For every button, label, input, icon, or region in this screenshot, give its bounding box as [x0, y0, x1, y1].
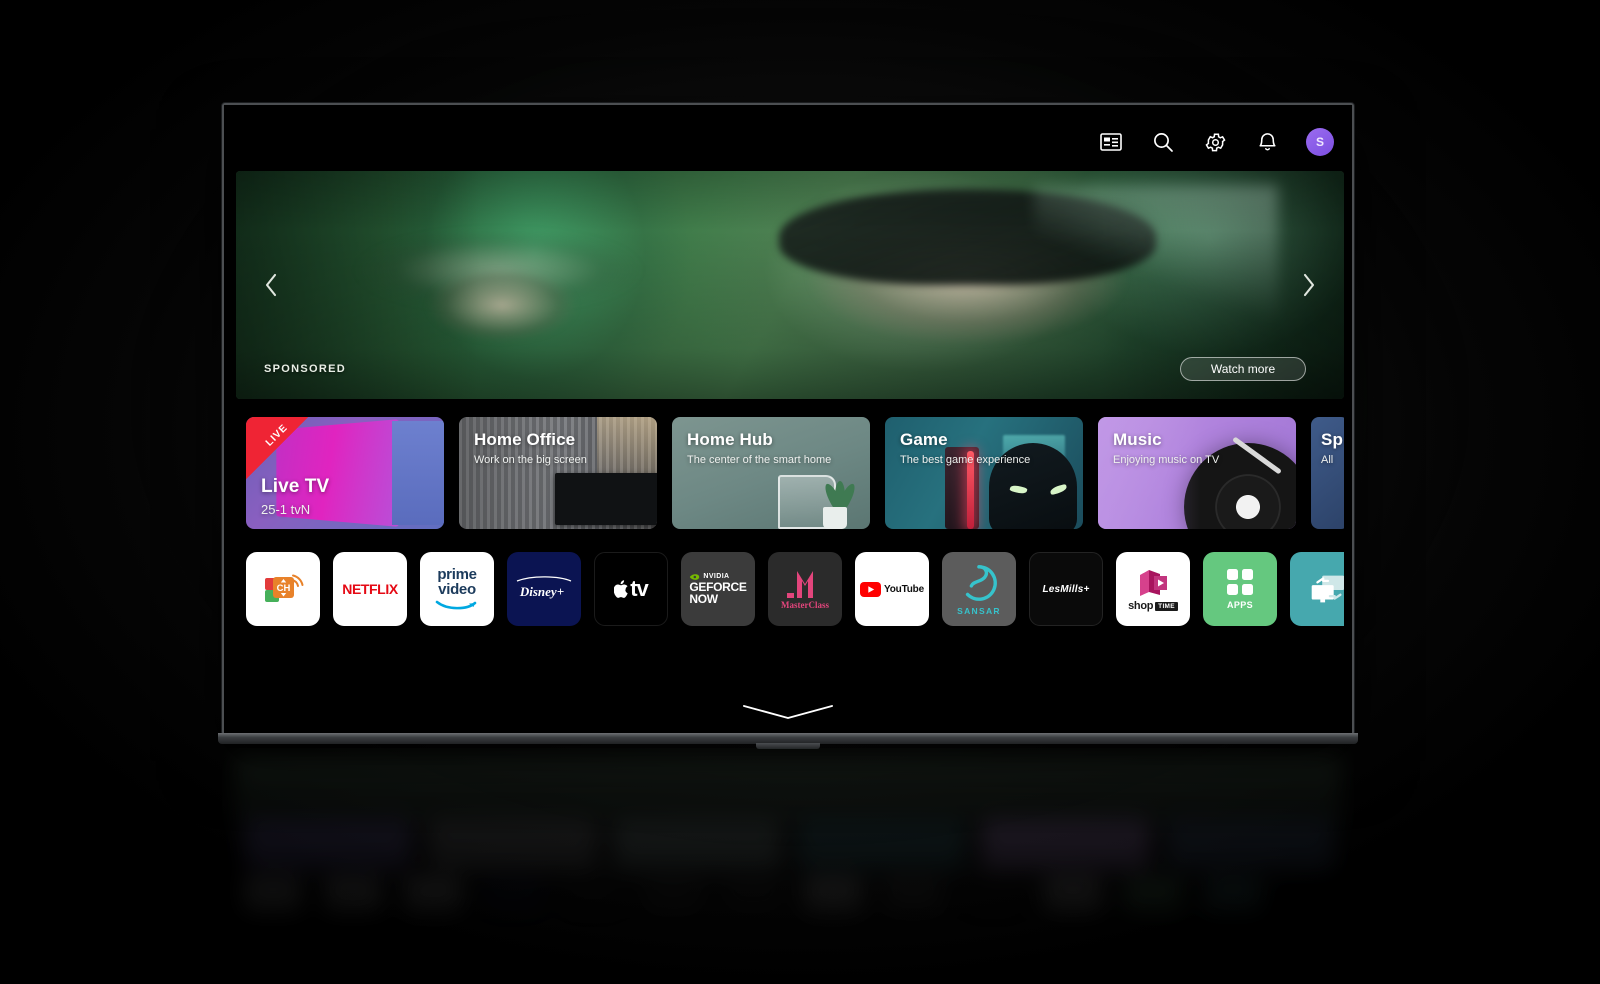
hero-next-arrow[interactable]: [1292, 268, 1326, 302]
app-prime-video[interactable]: prime video: [420, 552, 494, 626]
shoptime-label-group: shop TIME: [1128, 600, 1178, 612]
app-apps[interactable]: APPS: [1203, 552, 1277, 626]
app-sansar[interactable]: SANSAR: [942, 552, 1016, 626]
svg-text:CH: CH: [277, 583, 291, 594]
floor-reflection: [222, 748, 1354, 984]
sansar-ring-icon: [965, 564, 997, 601]
card-sports[interactable]: Sp All: [1311, 417, 1344, 529]
card-live-tv[interactable]: LIVE Live TV 25-1 tvN: [246, 417, 444, 529]
disney-plus-icon: Disney+: [516, 576, 572, 599]
bell-icon[interactable]: [1254, 129, 1280, 155]
live-badge-label: LIVE: [263, 422, 291, 449]
card-title: Home Office: [474, 430, 576, 449]
card-subtitle: The best game experience: [900, 454, 1031, 466]
apple-logo-icon: [614, 579, 628, 598]
youtube-label: YouTube: [884, 583, 924, 595]
geforce-line-2: NOW: [689, 592, 718, 606]
top-bar: S: [1098, 119, 1334, 165]
card-title: Home Hub: [687, 430, 773, 449]
hero-prev-arrow[interactable]: [254, 268, 288, 302]
card-title: Game: [900, 430, 948, 449]
app-masterclass[interactable]: MasterClass: [768, 552, 842, 626]
masterclass-label: MasterClass: [781, 600, 829, 610]
prime-label-bottom: video: [438, 580, 476, 598]
prime-label-top: prime: [437, 565, 477, 583]
card-title: Live TV: [261, 476, 330, 497]
card-title: Music: [1113, 430, 1162, 449]
lesmills-label: LesMills+: [1042, 583, 1090, 595]
netflix-wordmark: NETFLIX: [342, 581, 398, 597]
card-home-hub[interactable]: Home Hub The center of the smart home: [672, 417, 870, 529]
shopping-bag-icon: [1140, 570, 1167, 596]
tv-set: S SPONSORED Watch more LIVE Live TV 25-1…: [222, 103, 1354, 735]
screen-share-icon: [1311, 575, 1344, 603]
card-home-office[interactable]: Home Office Work on the big screen: [459, 417, 657, 529]
hero-image: [236, 171, 1344, 399]
apps-grid-icon: [1227, 568, 1253, 595]
app-apple-tv[interactable]: tv: [594, 552, 668, 626]
app-geforce-now[interactable]: NVIDIA GEFORCE NOW: [681, 552, 755, 626]
app-shoptime[interactable]: shop TIME: [1116, 552, 1190, 626]
chevron-down-icon[interactable]: [740, 702, 836, 727]
app-row: CH NETFLIX prime video Disney+ tv NVIDIA…: [246, 552, 1344, 626]
card-game[interactable]: Game The best game experience: [885, 417, 1083, 529]
card-subtitle: Work on the big screen: [474, 454, 587, 466]
shoptime-label: shop: [1128, 600, 1154, 612]
card-subtitle: 25-1 tvN: [261, 502, 311, 517]
category-card-row: LIVE Live TV 25-1 tvN Home Office Work o…: [246, 417, 1344, 529]
card-subtitle: The center of the smart home: [687, 454, 832, 466]
svg-text:Disney+: Disney+: [519, 584, 564, 599]
appletv-label: tv: [630, 576, 649, 601]
card-subtitle: All: [1321, 454, 1334, 466]
tv-stand: [756, 743, 820, 749]
sponsored-label: SPONSORED: [264, 363, 346, 375]
app-youtube[interactable]: YouTube: [855, 552, 929, 626]
inputs-dashboard-icon[interactable]: [1098, 129, 1124, 155]
app-screen-share[interactable]: [1290, 552, 1344, 626]
app-lesmills[interactable]: LesMills+: [1029, 552, 1103, 626]
sansar-label: SANSAR: [957, 605, 1001, 616]
amazon-smile-icon: [435, 601, 477, 610]
app-channels[interactable]: CH: [246, 552, 320, 626]
gear-icon[interactable]: [1202, 129, 1228, 155]
tv-screen: S SPONSORED Watch more LIVE Live TV 25-1…: [224, 105, 1352, 733]
card-subtitle: Enjoying music on TV: [1113, 454, 1220, 466]
card-music[interactable]: Music Enjoying music on TV: [1098, 417, 1296, 529]
channels-icon: CH: [265, 574, 304, 602]
app-disney-plus[interactable]: Disney+: [507, 552, 581, 626]
apps-label: APPS: [1226, 599, 1254, 610]
card-title: Sp: [1321, 430, 1343, 449]
live-badge: LIVE: [246, 417, 308, 479]
app-netflix[interactable]: NETFLIX: [333, 552, 407, 626]
plant-decoration: [814, 469, 858, 529]
masterclass-m-icon: [787, 571, 813, 598]
shoptime-badge: TIME: [1155, 601, 1178, 611]
search-icon[interactable]: [1150, 129, 1176, 155]
watch-more-button[interactable]: Watch more: [1180, 357, 1306, 381]
hero-banner[interactable]: SPONSORED Watch more: [236, 171, 1344, 399]
youtube-play-icon: [860, 581, 882, 597]
avatar[interactable]: S: [1306, 128, 1334, 156]
